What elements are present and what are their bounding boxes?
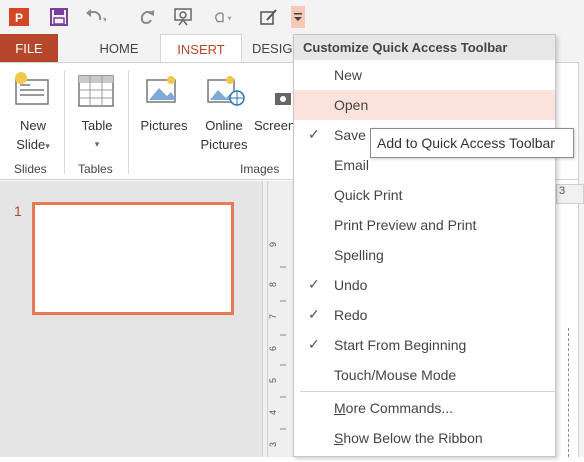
- screenshot-button[interactable]: Screen: [254, 116, 294, 135]
- menu-item-open[interactable]: Open: [294, 90, 555, 120]
- group-divider: [64, 70, 65, 174]
- vertical-ruler: 9 8 7 6 5 4 3: [268, 181, 294, 457]
- screenshot-label: Screen: [254, 118, 294, 133]
- online-pictures-label-1: Online: [205, 118, 243, 133]
- dropdown-arrow-icon[interactable]: [291, 6, 305, 28]
- svg-text:▾: ▾: [103, 15, 106, 24]
- pictures-label: Pictures: [140, 118, 188, 133]
- table-icon[interactable]: [77, 74, 115, 113]
- check-icon: ✓: [308, 336, 320, 352]
- check-icon: ✓: [308, 276, 320, 292]
- menu-item-label: Save: [334, 127, 366, 143]
- svg-text:9: 9: [268, 242, 278, 247]
- check-icon: ✓: [308, 126, 320, 142]
- menu-item-label: Redo: [334, 307, 368, 323]
- horizontal-ruler: 3: [556, 184, 584, 204]
- menu-item-print-preview[interactable]: Print Preview and Print: [294, 210, 555, 240]
- pictures-icon[interactable]: [145, 74, 181, 113]
- menu-item-label: Email: [334, 157, 370, 173]
- menu-item-quick-print[interactable]: Quick Print: [294, 180, 555, 210]
- new-slide-label-1: New: [19, 118, 46, 133]
- save-icon[interactable]: [48, 6, 70, 28]
- start-from-beginning-icon[interactable]: [172, 6, 194, 28]
- undo-icon[interactable]: ▾: [84, 6, 106, 28]
- table-label: Table: [81, 118, 113, 133]
- menu-item-undo[interactable]: ✓ Undo: [294, 270, 555, 300]
- access-key: M: [334, 400, 346, 416]
- svg-text:6: 6: [268, 346, 278, 351]
- redo-icon[interactable]: [136, 6, 158, 28]
- chevron-down-icon: ▾: [45, 141, 50, 151]
- menu-item-spelling[interactable]: Spelling: [294, 240, 555, 270]
- tab-file[interactable]: FILE: [0, 34, 58, 62]
- group-label-images: Images: [240, 162, 280, 176]
- slide-boundary: [568, 328, 570, 457]
- menu-item-label-rest: ore Commands...: [345, 400, 454, 416]
- new-slide-button[interactable]: New Slide▾: [10, 116, 56, 156]
- menu-item-touch-mouse-mode[interactable]: Touch/Mouse Mode: [294, 360, 555, 390]
- slide-thumbnail[interactable]: [32, 202, 234, 315]
- svg-text:P: P: [15, 11, 23, 25]
- svg-text:3: 3: [268, 442, 278, 447]
- menu-separator: [300, 391, 555, 392]
- new-slide-icon[interactable]: [12, 70, 52, 115]
- pictures-button[interactable]: Pictures: [136, 116, 192, 135]
- online-pictures-button[interactable]: Online Pictures: [198, 116, 250, 154]
- menu-item-label: Start From Beginning: [334, 337, 467, 353]
- menu-item-redo[interactable]: ✓ Redo: [294, 300, 555, 330]
- tab-home[interactable]: HOME: [86, 34, 152, 62]
- menu-item-label: Open: [334, 97, 369, 113]
- slide-number: 1: [14, 203, 22, 219]
- quick-access-toolbar: P ▾ ▾: [0, 0, 584, 34]
- svg-text:▾: ▾: [228, 14, 232, 23]
- menu-item-label: Quick Print: [334, 187, 403, 203]
- menu-item-label: Spelling: [334, 247, 384, 263]
- menu-item-label: New: [334, 67, 363, 83]
- menu-header: Customize Quick Access Toolbar: [294, 35, 555, 60]
- powerpoint-logo-icon[interactable]: P: [8, 6, 30, 28]
- svg-text:7: 7: [268, 314, 278, 319]
- screenshot-icon[interactable]: [274, 90, 292, 111]
- menu-item-show-below-ribbon[interactable]: Show Below the Ribbon: [294, 423, 555, 453]
- touch-mouse-mode-icon[interactable]: ▾: [212, 6, 234, 28]
- ruler-mark: 3: [559, 185, 566, 197]
- tab-insert[interactable]: INSERT: [160, 34, 242, 63]
- menu-item-label: Touch/Mouse Mode: [334, 367, 457, 383]
- menu-item-more-commands[interactable]: More Commands...: [294, 393, 555, 423]
- menu-item-label-rest: how Below the Ribbon: [343, 430, 483, 446]
- new-slide-label-2: Slide▾: [10, 135, 56, 156]
- new-slide-label-2-text: Slide: [16, 137, 46, 152]
- menu-item-start-from-beginning[interactable]: ✓ Start From Beginning: [294, 330, 555, 360]
- menu-item-label: Print Preview and Print: [334, 217, 477, 233]
- svg-text:4: 4: [268, 410, 278, 415]
- group-divider: [128, 70, 129, 174]
- online-pictures-label-2: Pictures: [200, 137, 248, 152]
- table-button[interactable]: Table ▾: [74, 116, 120, 154]
- svg-text:5: 5: [268, 378, 278, 383]
- customize-icon[interactable]: [258, 6, 280, 28]
- tooltip: Add to Quick Access Toolbar: [370, 128, 574, 158]
- window-scroll-edge: [578, 62, 584, 457]
- menu-item-label: More Commands...: [334, 400, 453, 416]
- group-label-tables: Tables: [78, 162, 113, 176]
- online-pictures-icon[interactable]: [206, 74, 246, 113]
- svg-text:8: 8: [268, 282, 278, 287]
- chevron-down-icon: ▾: [94, 139, 100, 149]
- group-label-slides: Slides: [14, 162, 47, 176]
- menu-item-label: Show Below the Ribbon: [334, 430, 483, 446]
- access-key: S: [334, 430, 344, 446]
- menu-item-new[interactable]: New: [294, 60, 555, 90]
- menu-item-label: Undo: [334, 277, 368, 293]
- check-icon: ✓: [308, 306, 320, 322]
